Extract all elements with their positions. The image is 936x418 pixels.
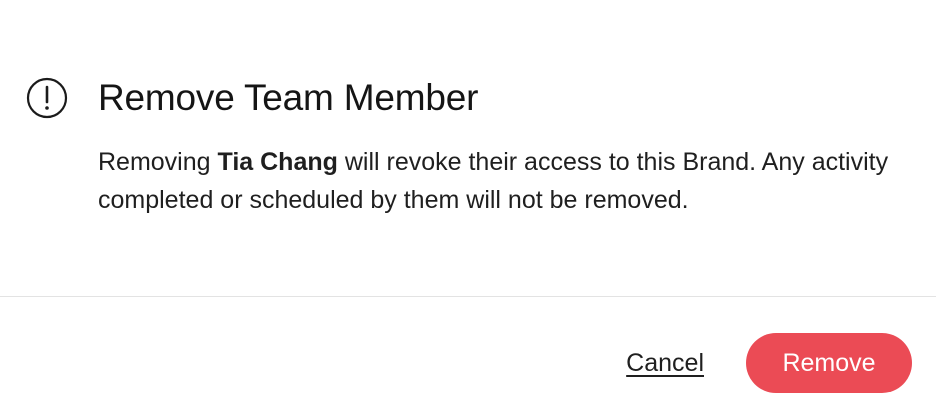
dialog-message: Removing Tia Chang will revoke their acc… <box>98 143 908 219</box>
cancel-button[interactable]: Cancel <box>626 349 704 378</box>
dialog-header: Remove Team Member <box>26 74 478 122</box>
dialog-footer: Cancel Remove <box>626 333 912 393</box>
remove-team-member-dialog: Remove Team Member Removing Tia Chang wi… <box>0 0 936 418</box>
remove-button[interactable]: Remove <box>746 333 912 393</box>
footer-divider <box>0 296 936 297</box>
member-name: Tia Chang <box>217 148 338 176</box>
message-prefix: Removing <box>98 148 218 176</box>
exclamation-circle-icon <box>26 77 68 119</box>
dialog-title: Remove Team Member <box>98 77 479 118</box>
